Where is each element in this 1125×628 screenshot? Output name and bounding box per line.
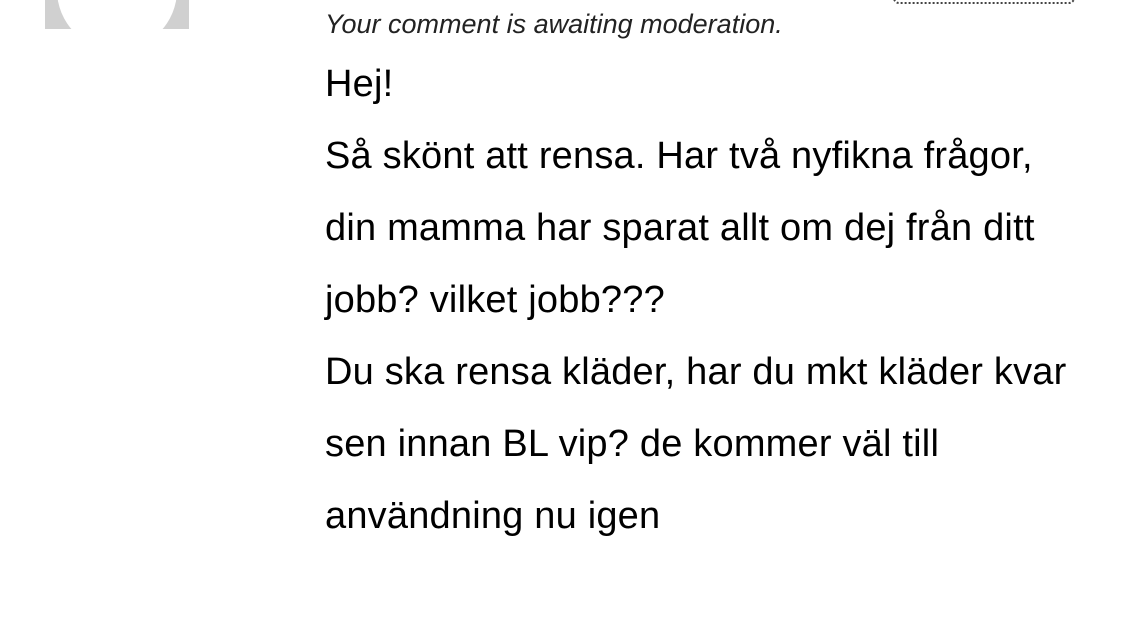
reply-button[interactable]: [893, 0, 1075, 4]
avatar: [45, 0, 189, 29]
moderation-notice: Your comment is awaiting moderation.: [325, 9, 783, 39]
comment-greeting: Hej!: [325, 63, 394, 105]
comment-paragraph-2: Du ska rensa kläder, har du mkt kläder k…: [325, 351, 1067, 537]
comment-page: Your comment is awaiting moderation. Hej…: [0, 0, 1125, 628]
comment: Your comment is awaiting moderation. Hej…: [325, 6, 1085, 552]
comment-paragraph-1: Så skönt att rensa. Har två nyfikna fråg…: [325, 135, 1035, 321]
comment-body: Hej! Så skönt att rensa. Har två nyfikna…: [325, 48, 1085, 552]
default-avatar-icon: [57, 0, 177, 29]
